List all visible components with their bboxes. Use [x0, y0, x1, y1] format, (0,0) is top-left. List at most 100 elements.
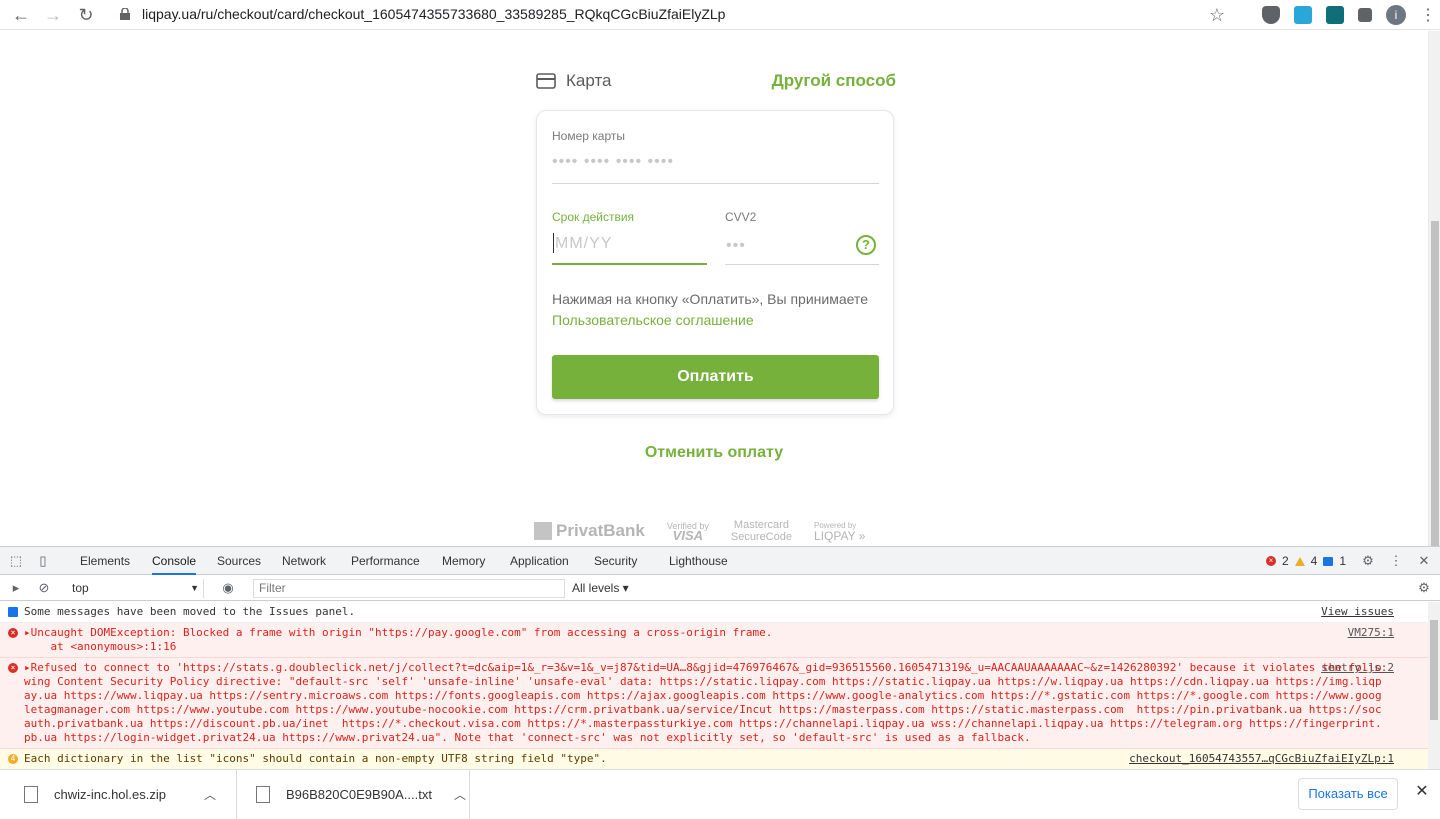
tab-elements[interactable]: Elements — [80, 547, 130, 575]
download-item[interactable]: chwiz-inc.hol.es.zip ︿ — [24, 770, 216, 819]
checkout-page: Карта Другой способ Номер карты •••• •••… — [0, 31, 1428, 546]
console-toolbar: ▸ ⊘ top ▼ ◉ Filter All levels ▾ ⚙ — [0, 576, 1440, 601]
warning-count-badge: 4 — [8, 754, 18, 764]
console-message-text: ▸Uncaught DOMException: Blocked a frame … — [24, 626, 773, 653]
cancel-payment-label: Отменить оплату — [644, 444, 784, 461]
console-scrollbar[interactable] — [1428, 602, 1440, 770]
cvv-help-icon[interactable]: ? — [856, 235, 876, 255]
devtools-settings-icon[interactable]: ⚙ — [1360, 553, 1376, 569]
verified-by-visa-logo: Verified by VISA — [667, 521, 709, 543]
console-messages: Some messages have been moved to the Iss… — [0, 602, 1428, 770]
privatbank-logo-text: PrivatBank — [556, 521, 645, 540]
console-message[interactable]: × ▸Refused to connect to 'https://stats.g… — [0, 658, 1428, 749]
tab-console[interactable]: Console — [152, 547, 197, 575]
console-message-source-link[interactable]: VM275:1 — [1348, 626, 1394, 640]
console-message-source-link[interactable]: sentry.js:2 — [1321, 661, 1394, 675]
download-filename: chwiz-inc.hol.es.zip — [54, 787, 166, 802]
console-scrollbar-thumb[interactable] — [1430, 620, 1438, 720]
visa-logo-bottom: VISA — [672, 528, 704, 543]
tab-application[interactable]: Application — [510, 547, 569, 575]
liqpay-logo: Powered by LIQPAY » — [814, 521, 866, 543]
browser-menu-icon[interactable]: ⋮ — [1420, 5, 1436, 25]
download-separator — [469, 770, 470, 819]
chevron-up-icon[interactable]: ︿ — [454, 786, 466, 803]
browser-toolbar: ← → ↻ liqpay.ua/ru/checkout/card/checkou… — [0, 0, 1440, 30]
issue-counts[interactable]: × 2 4 1 — [1265, 554, 1346, 568]
console-message[interactable]: Some messages have been moved to the Iss… — [0, 602, 1428, 623]
reload-icon[interactable]: ↻ — [75, 4, 97, 26]
expiry-underline — [552, 263, 707, 265]
privatbank-mark-icon — [534, 522, 552, 540]
download-separator — [236, 770, 237, 819]
agreement-prefix: Нажимая на кнопку «Оплатить», Вы принима… — [552, 291, 868, 307]
cancel-payment-link[interactable]: Отменить оплату — [0, 444, 1428, 462]
back-icon[interactable]: ← — [10, 4, 32, 26]
extension-teal-icon[interactable] — [1326, 6, 1344, 24]
devtools-close-icon[interactable]: ✕ — [1416, 553, 1432, 569]
credit-card-icon — [536, 73, 556, 89]
downloads-bar: chwiz-inc.hol.es.zip ︿ B96B820C0E9B90A..… — [0, 769, 1440, 819]
tab-security[interactable]: Security — [594, 547, 637, 575]
console-message-source-link[interactable]: View issues — [1321, 605, 1394, 619]
console-message-text: ▸Refused to connect to 'https://stats.g.… — [24, 661, 1382, 744]
mc-logo-top: Mastercard — [733, 519, 789, 531]
forward-icon[interactable]: → — [42, 4, 64, 26]
info-icon — [1323, 556, 1334, 566]
zip-file-icon — [24, 786, 38, 803]
tab-sources[interactable]: Sources — [217, 547, 261, 575]
card-number-input[interactable]: •••• •••• •••• •••• — [552, 153, 674, 171]
console-message-text: Some messages have been moved to the Iss… — [24, 605, 356, 618]
error-icon: × — [1265, 556, 1276, 566]
tab-network[interactable]: Network — [282, 547, 326, 575]
partner-logos: PrivatBank Verified by VISA Mastercard Sec… — [534, 516, 896, 546]
warning-count: 4 — [1310, 554, 1318, 568]
shield-extension-icon[interactable] — [1262, 6, 1280, 24]
card-number-underline — [552, 183, 879, 184]
tab-performance[interactable]: Performance — [351, 547, 420, 575]
console-filter-input[interactable]: Filter — [253, 579, 565, 598]
extension-blue-icon[interactable] — [1294, 6, 1312, 24]
puzzle-icon[interactable] — [1358, 8, 1372, 22]
clear-console-icon[interactable]: ⊘ — [36, 580, 52, 596]
device-toolbar-icon[interactable]: ▯ — [35, 553, 51, 569]
inspect-element-icon[interactable]: ⬚ — [8, 553, 24, 569]
show-all-downloads-button[interactable]: Показать все — [1298, 778, 1398, 810]
mc-logo-bottom: SecureCode — [730, 531, 793, 543]
log-levels-dropdown[interactable]: All levels ▾ — [572, 579, 629, 598]
expiry-input[interactable]: MM/YY — [555, 235, 612, 253]
error-icon: × — [8, 663, 18, 673]
agreement-text: Нажимая на кнопку «Оплатить», Вы принима… — [552, 289, 872, 331]
liqpay-logo-bottom: LIQPAY » — [814, 529, 866, 543]
info-count: 1 — [1339, 554, 1346, 568]
error-count: 2 — [1281, 554, 1289, 568]
payment-form: Номер карты •••• •••• •••• •••• Срок дей… — [536, 110, 894, 415]
address-bar[interactable]: liqpay.ua/ru/checkout/card/checkout_1605… — [108, 2, 1236, 26]
devtools-more-icon[interactable]: ⋮ — [1388, 553, 1404, 569]
console-message[interactable]: 4 Each dictionary in the list "icons" sho… — [0, 749, 1428, 770]
tab-memory[interactable]: Memory — [442, 547, 485, 575]
sidebar-toggle-icon[interactable]: ▸ — [8, 580, 24, 596]
tab-card[interactable]: Карта — [536, 71, 612, 91]
card-number-label: Номер карты — [552, 129, 625, 143]
console-message[interactable]: × ▸Uncaught DOMException: Blocked a frame… — [0, 623, 1428, 658]
chevron-down-icon: ▼ — [190, 583, 199, 593]
profile-avatar[interactable]: i — [1386, 5, 1406, 25]
payment-method-tabs: Карта Другой способ — [536, 71, 896, 95]
console-settings-icon[interactable]: ⚙ — [1416, 580, 1432, 596]
tab-card-label: Карта — [566, 71, 612, 90]
chevron-up-icon[interactable]: ︿ — [204, 786, 216, 803]
console-message-source-link[interactable]: checkout_16054743557…qCGcBiuZfaiEIyZLp:1 — [1129, 752, 1394, 766]
tab-lighthouse[interactable]: Lighthouse — [669, 547, 728, 575]
mastercard-securecode-logo: Mastercard SecureCode — [731, 519, 792, 543]
pay-button[interactable]: Оплатить — [552, 355, 879, 399]
live-expression-eye-icon[interactable]: ◉ — [220, 580, 236, 596]
bookmark-star-icon[interactable]: ☆ — [1206, 4, 1228, 26]
close-downloads-icon[interactable]: ✕ — [1414, 784, 1430, 800]
user-agreement-link[interactable]: Пользовательское соглашение — [552, 312, 754, 328]
page-scrollbar[interactable] — [1428, 31, 1440, 546]
page-scrollbar-thumb[interactable] — [1431, 221, 1439, 546]
cvv-input[interactable]: ••• — [726, 237, 746, 255]
tab-other-method[interactable]: Другой способ — [772, 71, 896, 91]
download-item[interactable]: B96B820C0E9B90A....txt ︿ — [256, 770, 466, 819]
context-select[interactable]: top ▼ — [62, 579, 204, 598]
